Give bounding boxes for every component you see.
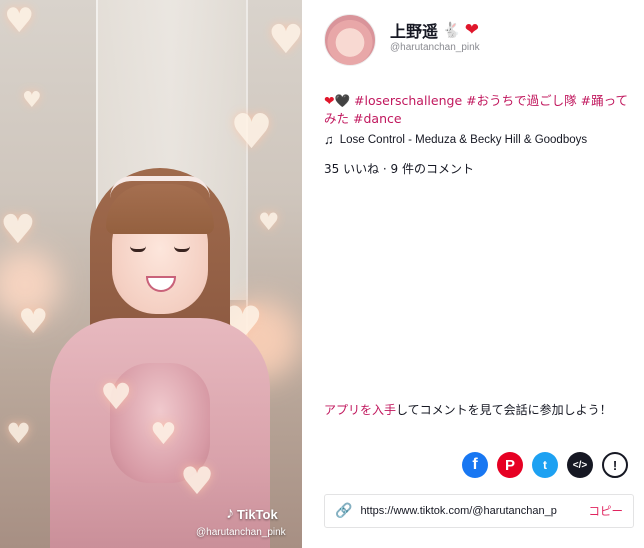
embed-code-icon: </> <box>572 459 588 471</box>
music-info[interactable]: ♫ Lose Control - Meduza & Becky Hill & G… <box>324 132 587 147</box>
heart-sticker-icon: ♥ <box>180 459 215 503</box>
twitter-icon: t <box>543 458 547 472</box>
hashtag-link[interactable]: #dance <box>353 111 402 126</box>
rabbit-icon: 🐇 <box>442 21 461 39</box>
author-nickname[interactable]: 上野遥 🐇 ❤ <box>390 18 479 42</box>
video-player[interactable]: ♥ ♥ ♥ ♥ ♥ ♥ ♥ ♥ ♥ ♥ ♥ ♥ ♪ TikTok @haruta… <box>0 0 302 548</box>
warning-icon: ! <box>612 457 618 473</box>
hashtag-link[interactable]: #おうちで過ごし隊 <box>466 93 576 108</box>
link-icon: 🔗 <box>335 503 353 519</box>
nickname-text: 上野遥 <box>390 22 439 41</box>
tiktok-watermark: ♪ TikTok <box>226 505 278 523</box>
embed-button[interactable]: </> <box>567 452 593 478</box>
watermark-username: @harutanchan_pink <box>196 527 286 538</box>
heart-sticker-icon: ♥ <box>230 104 274 160</box>
heart-sticker-icon: ♥ <box>4 1 35 41</box>
dancer-headband <box>110 176 210 198</box>
copy-link-box: 🔗 https://www.tiktok.com/@harutanchan_p … <box>324 494 634 528</box>
video-caption: ❤🖤 #loserschallenge #おうちで過ごし隊 #踊ってみた #da… <box>324 92 634 128</box>
copy-button[interactable]: コピー <box>589 503 624 519</box>
heart-sticker-icon: ♥ <box>100 377 133 418</box>
red-heart-icon: ❤ <box>324 93 335 108</box>
facebook-share-button[interactable]: f <box>462 452 488 478</box>
heart-sticker-icon: ♥ <box>268 17 302 63</box>
tiktok-watermark-text: TikTok <box>237 506 278 522</box>
app-promo: アプリを入手してコメントを見て会話に参加しよう！ <box>324 401 612 418</box>
author-handle[interactable]: @harutanchan_pink <box>390 42 480 53</box>
heart-sticker-icon: ♥ <box>22 88 42 113</box>
video-url[interactable]: https://www.tiktok.com/@harutanchan_p <box>360 505 580 517</box>
like-comment-count: 35 いいね · 9 件のコメント <box>324 162 474 176</box>
hashtag-link[interactable]: #loserschallenge <box>354 93 462 108</box>
video-info-panel: 上野遥 🐇 ❤ @harutanchan_pink ❤🖤 #loserschal… <box>302 0 644 548</box>
app-promo-text: してコメントを見て会話に参加しよう！ <box>396 403 612 417</box>
avatar[interactable] <box>324 14 376 66</box>
report-button[interactable]: ! <box>602 452 628 478</box>
black-heart-icon: 🖤 <box>334 93 351 108</box>
get-app-link[interactable]: アプリを入手 <box>324 403 396 417</box>
heart-sticker-icon: ♥ <box>150 417 177 452</box>
music-title: Lose Control - Meduza & Becky Hill & Goo… <box>339 133 588 146</box>
pinterest-icon: P <box>504 456 515 474</box>
share-buttons: f P t </> ! <box>462 452 628 478</box>
facebook-icon: f <box>472 456 478 473</box>
music-note-icon: ♫ <box>324 132 334 147</box>
twitter-share-button[interactable]: t <box>532 452 558 478</box>
red-heart-icon: ❤ <box>464 20 479 40</box>
tiktok-logo-icon: ♪ <box>226 505 234 522</box>
dancer <box>40 168 280 548</box>
heart-sticker-icon: ♥ <box>0 207 36 253</box>
heart-sticker-icon: ♥ <box>6 417 32 450</box>
pinterest-share-button[interactable]: P <box>497 452 523 478</box>
